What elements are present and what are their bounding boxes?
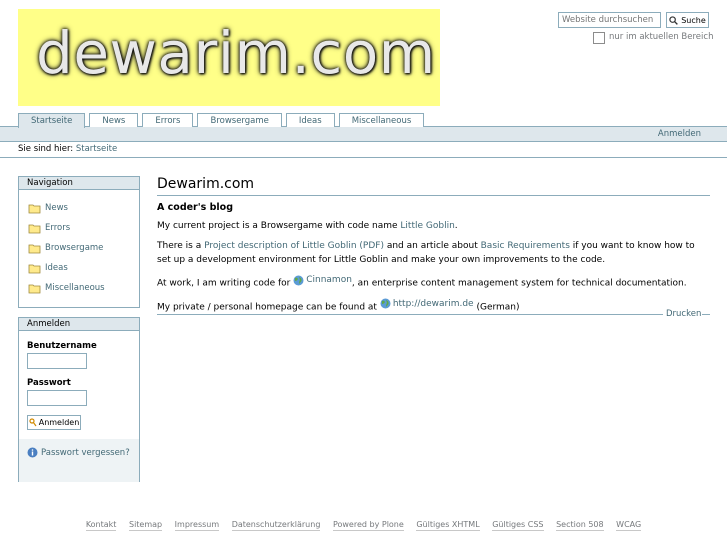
breadcrumb-divider (0, 157, 727, 158)
navigation-title: Navigation (19, 177, 139, 190)
nav-item-label: Browsergame (45, 243, 104, 253)
personal-bar: Anmelden (0, 126, 727, 142)
nav-item-label: News (45, 203, 68, 213)
tab-startseite[interactable]: Startseite (18, 113, 86, 128)
page-title: Dewarim.com (157, 176, 710, 196)
search-button[interactable]: Suche (666, 12, 709, 28)
search-input[interactable] (558, 12, 661, 28)
footer-link-plone[interactable]: Powered by Plone (332, 520, 404, 531)
login-button[interactable]: Anmelden (27, 415, 81, 430)
login-footer: Passwort vergessen? (19, 439, 139, 482)
current-section-checkbox[interactable] (593, 32, 605, 44)
nav-item-label: Miscellaneous (45, 283, 105, 293)
forgot-password-label: Passwort vergessen? (41, 448, 130, 458)
key-icon (29, 418, 37, 427)
nav-item-label: Errors (45, 223, 71, 233)
footer-link-wcag[interactable]: WCAG (616, 520, 642, 531)
login-portlet: Anmelden Benutzername Passwort Anmelden … (18, 317, 140, 482)
login-title: Anmelden (19, 318, 139, 331)
cinnamon-link[interactable]: Cinnamon (293, 273, 352, 287)
login-link[interactable]: Anmelden (658, 129, 701, 139)
nav-item-label: Ideas (45, 263, 68, 273)
breadcrumb: Sie sind hier: Startseite (18, 144, 117, 154)
text: , an enterprise content management syste… (351, 278, 687, 289)
password-field[interactable] (27, 390, 87, 406)
username-label: Benutzername (27, 341, 97, 351)
navigation-portlet: Navigation News Errors Browsergame Ideas… (18, 176, 140, 308)
blog-heading: A coder's blog (157, 202, 233, 213)
folder-icon (28, 264, 41, 273)
little-goblin-link[interactable]: Little Goblin (400, 221, 454, 231)
footer-link-css[interactable]: Gültiges CSS (492, 520, 544, 531)
current-section-label: nur im aktuellen Bereich (609, 32, 714, 42)
globe-icon (293, 275, 304, 285)
document-actions: Drucken (157, 309, 710, 319)
site-footer: Kontakt Sitemap Impressum Datenschutzerk… (0, 520, 727, 531)
tab-news[interactable]: News (89, 113, 139, 127)
footer-link-sitemap[interactable]: Sitemap (128, 520, 163, 531)
search-button-label: Suche (681, 15, 706, 25)
nav-item-errors[interactable]: Errors (28, 222, 70, 234)
project-description-link[interactable]: Project description of Little Goblin (PD… (204, 241, 384, 251)
tab-browsergame[interactable]: Browsergame (197, 113, 282, 127)
info-icon (27, 447, 38, 458)
text: There is a (157, 241, 205, 251)
login-button-label: Anmelden (38, 418, 80, 427)
footer-link-xhtml[interactable]: Gültiges XHTML (416, 520, 480, 531)
basic-requirements-link[interactable]: Basic Requirements (481, 241, 570, 251)
nav-item-ideas[interactable]: Ideas (28, 262, 68, 274)
username-field[interactable] (27, 353, 87, 369)
nav-item-miscellaneous[interactable]: Miscellaneous (28, 282, 105, 294)
text: . (454, 221, 458, 231)
folder-icon (28, 284, 41, 293)
text: and an article about (383, 241, 481, 251)
forgot-password-link[interactable]: Passwort vergessen? (27, 447, 132, 460)
breadcrumb-prefix: Sie sind hier: (18, 144, 74, 154)
main-content: Dewarim.com A coder's blog My current pr… (157, 176, 710, 319)
footer-link-kontakt[interactable]: Kontakt (85, 520, 117, 531)
cinnamon-link-label: Cinnamon (306, 275, 352, 285)
paragraph-description: There is a Project description of Little… (157, 239, 710, 267)
text: My current project is a Browsergame with… (157, 221, 401, 231)
print-link[interactable]: Drucken (666, 309, 701, 319)
password-label: Passwort (27, 378, 71, 388)
footer-link-impressum[interactable]: Impressum (174, 520, 220, 531)
text: At work, I am writing code for (157, 278, 294, 289)
folder-icon (28, 224, 41, 233)
paragraph-work: At work, I am writing code for Cinnamon,… (157, 273, 710, 291)
folder-icon (28, 244, 41, 253)
tab-miscellaneous[interactable]: Miscellaneous (338, 113, 425, 127)
globe-icon (380, 298, 391, 309)
tab-errors[interactable]: Errors (142, 113, 194, 127)
paragraph-project: My current project is a Browsergame with… (157, 219, 710, 233)
footer-link-datenschutz[interactable]: Datenschutzerklärung (231, 520, 321, 531)
nav-item-browsergame[interactable]: Browsergame (28, 242, 103, 254)
search-icon (669, 15, 679, 25)
site-logo[interactable]: dewarim.com (18, 9, 440, 106)
main-tabs: Startseite News Errors Browsergame Ideas… (18, 113, 425, 128)
breadcrumb-home-link[interactable]: Startseite (76, 144, 117, 154)
footer-link-section508[interactable]: Section 508 (556, 520, 604, 531)
divider (702, 314, 710, 315)
logo-text: dewarim.com (36, 19, 436, 87)
folder-icon (28, 204, 41, 213)
divider (157, 314, 663, 315)
nav-item-news[interactable]: News (28, 202, 68, 214)
tab-ideas[interactable]: Ideas (285, 113, 335, 127)
